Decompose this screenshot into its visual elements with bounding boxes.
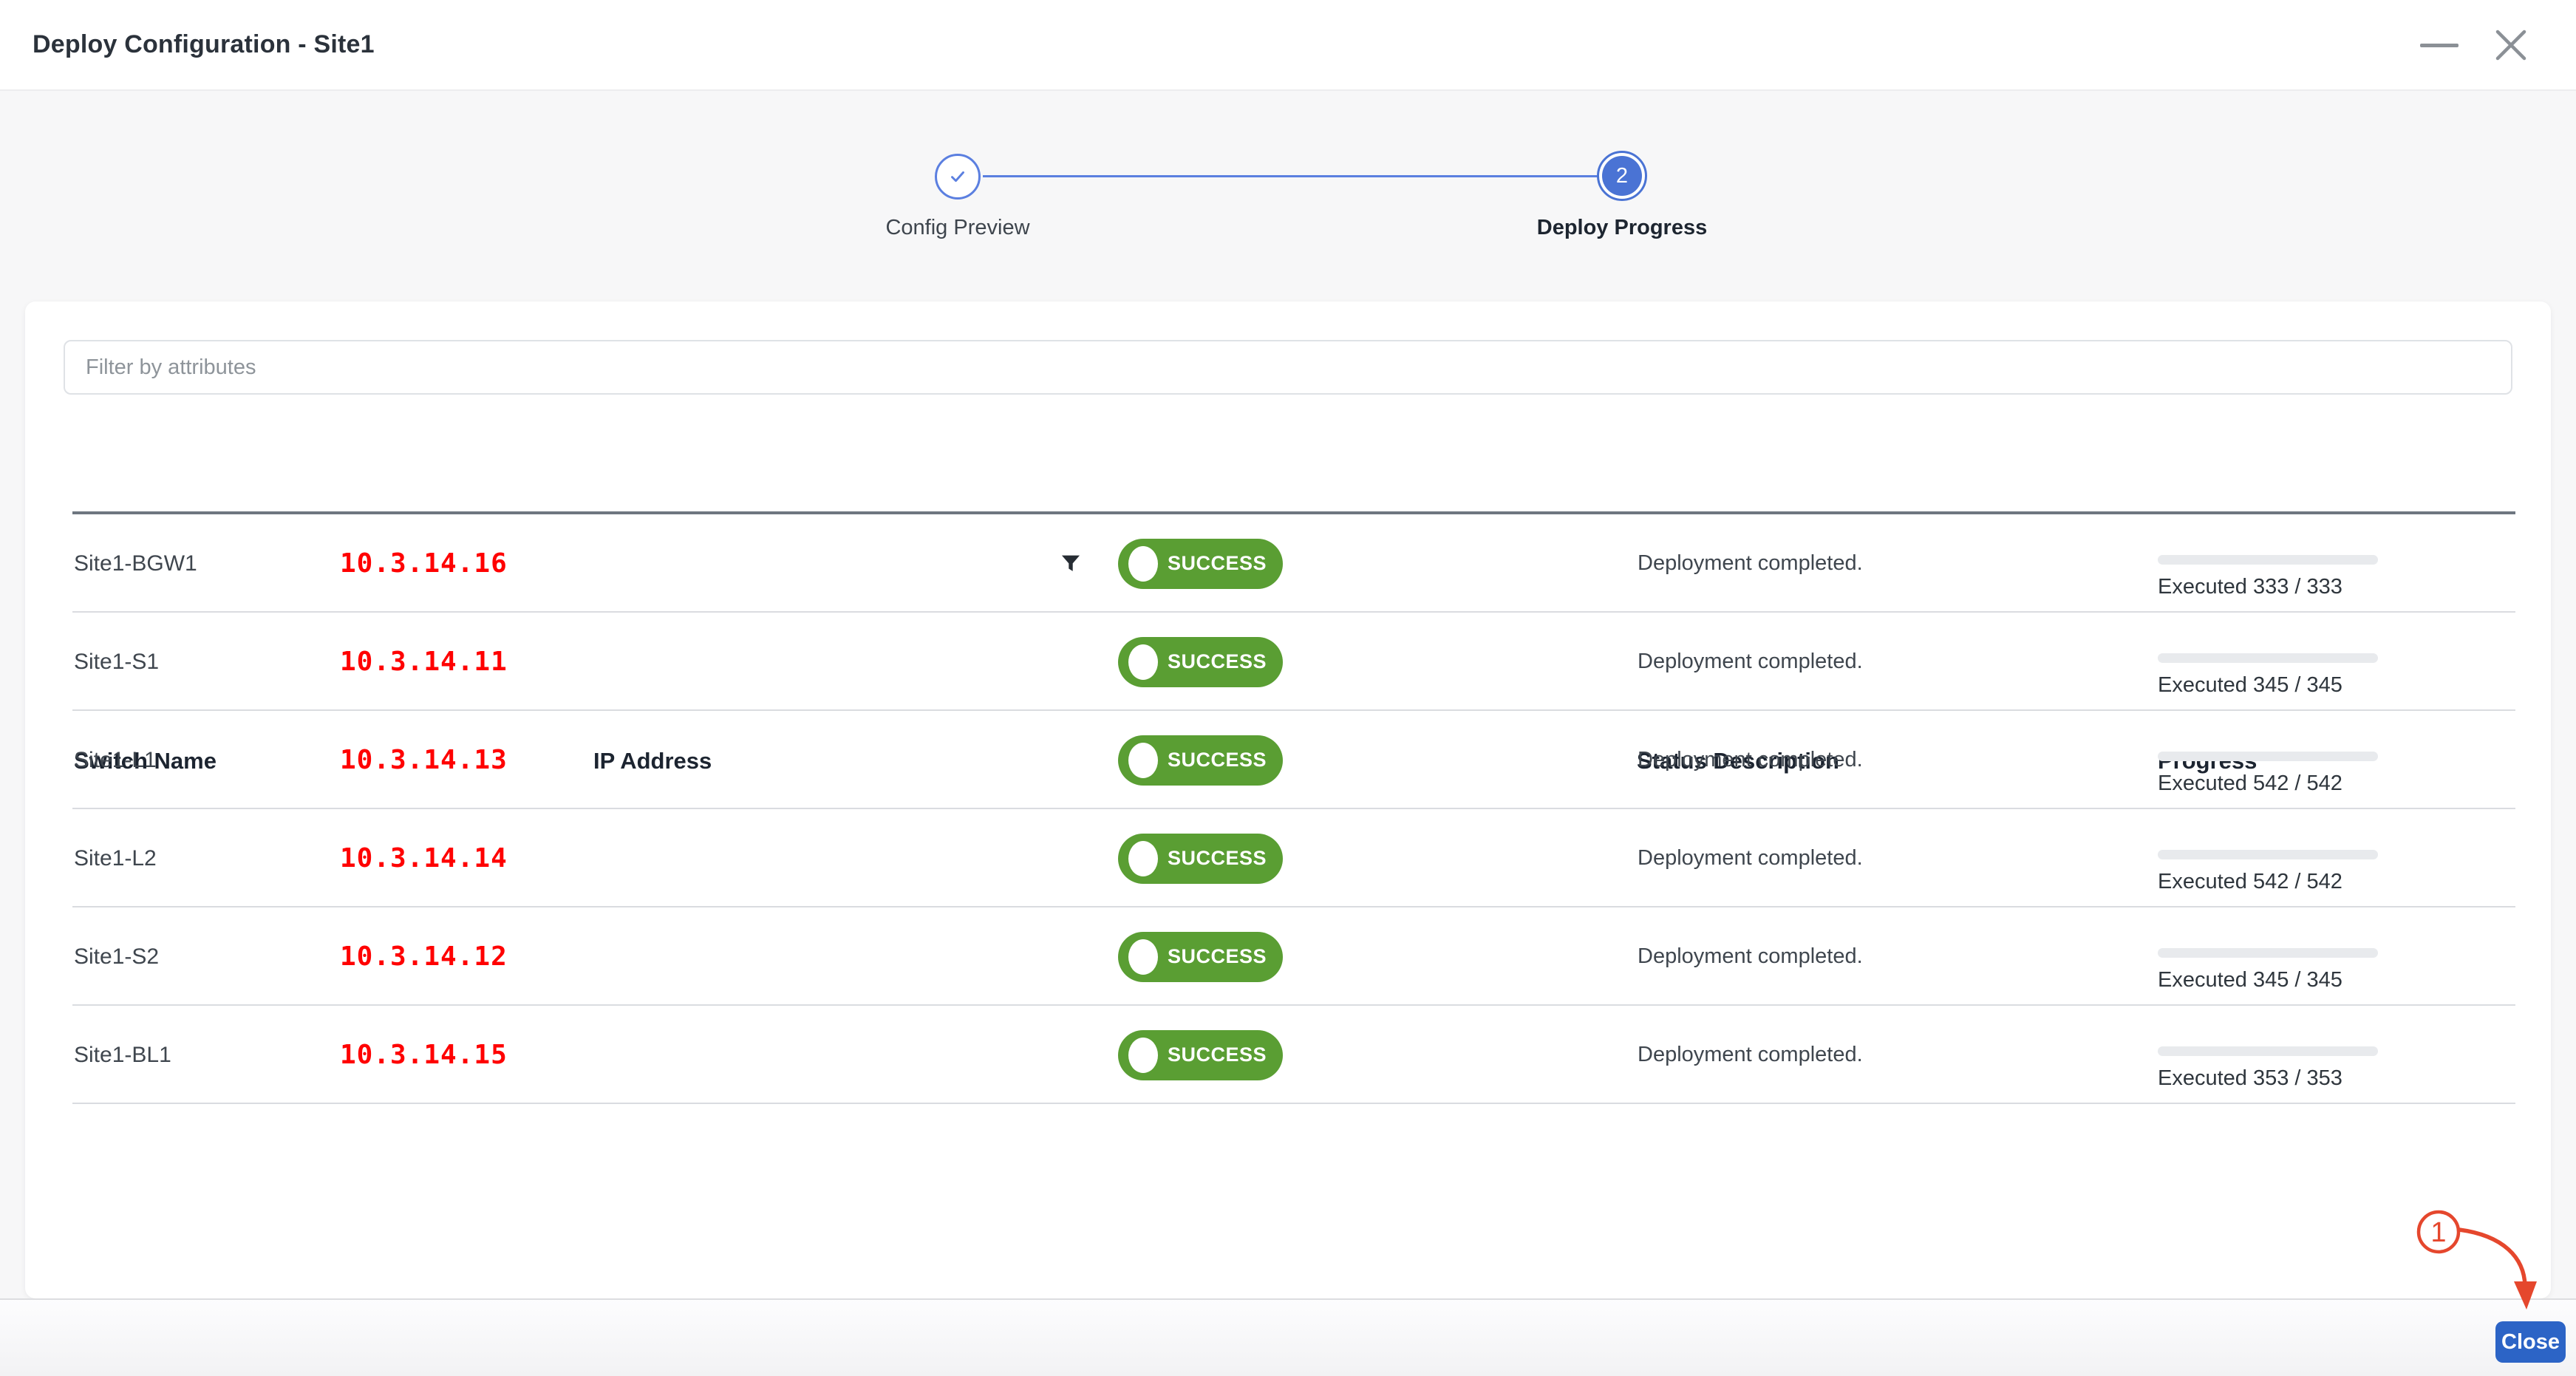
deploy-progress-card: Switch Name IP Address Status Status Des…	[25, 302, 2551, 1298]
modal-footer: Close	[0, 1298, 2576, 1376]
progress-cell: Executed 353 / 353	[2158, 1006, 2378, 1104]
ip-address-cell: 10.3.14.13	[340, 711, 508, 809]
status-dot-icon	[1128, 743, 1158, 778]
page-title: Deploy Configuration - Site1	[33, 0, 375, 89]
status-cell: SUCCESS	[1118, 514, 1283, 613]
progress-bar	[2158, 653, 2378, 663]
progress-cell: Executed 345 / 345	[2158, 613, 2378, 711]
progress-bar	[2158, 752, 2378, 761]
progress-label: Executed 542 / 542	[2158, 870, 2342, 894]
step-deploy-progress-circle[interactable]: 2	[1597, 151, 1647, 201]
stepper-connector	[983, 175, 1598, 177]
table-row: Site1-L2 10.3.14.14 SUCCESS Deployment comp…	[25, 809, 2551, 907]
status-label: SUCCESS	[1168, 650, 1267, 673]
ip-address-cell: 10.3.14.16	[340, 514, 508, 613]
status-label: SUCCESS	[1168, 847, 1267, 870]
status-badge: SUCCESS	[1118, 1030, 1283, 1080]
table-row: Site1-S2 10.3.14.12 SUCCESS Deployment comp…	[25, 907, 2551, 1006]
progress-label: Executed 542 / 542	[2158, 772, 2342, 796]
ip-address-cell: 10.3.14.12	[340, 907, 508, 1006]
switch-name-cell: Site1-BL1	[74, 1006, 171, 1104]
progress-label: Executed 333 / 333	[2158, 575, 2342, 599]
table-body: Site1-BGW1 10.3.14.16 SUCCESS Deployment co…	[25, 514, 2551, 1104]
status-label: SUCCESS	[1168, 552, 1267, 575]
status-badge: SUCCESS	[1118, 735, 1283, 786]
progress-cell: Executed 542 / 542	[2158, 809, 2378, 907]
ip-address-cell: 10.3.14.14	[340, 809, 508, 907]
window-titlebar: Deploy Configuration - Site1	[0, 0, 2576, 91]
progress-bar	[2158, 555, 2378, 565]
switch-name-cell: Site1-L2	[74, 809, 157, 907]
status-dot-icon	[1128, 939, 1158, 975]
progress-cell: Executed 542 / 542	[2158, 711, 2378, 809]
step-number-badge: 2	[1602, 156, 1642, 196]
table-row: Site1-BGW1 10.3.14.16 SUCCESS Deployment co…	[25, 514, 2551, 613]
progress-label: Executed 353 / 353	[2158, 1066, 2342, 1091]
step-label-config-preview: Config Preview	[832, 216, 1083, 240]
status-cell: SUCCESS	[1118, 907, 1283, 1006]
minimize-button[interactable]	[2415, 21, 2464, 69]
check-icon	[947, 166, 969, 188]
status-dot-icon	[1128, 546, 1158, 582]
close-window-button[interactable]	[2487, 21, 2535, 69]
status-dot-icon	[1128, 841, 1158, 876]
status-badge: SUCCESS	[1118, 637, 1283, 687]
status-description-cell: Deployment completed.	[1638, 907, 1863, 1006]
progress-bar	[2158, 850, 2378, 859]
switch-name-cell: Site1-S2	[74, 907, 159, 1006]
table-row: Site1-L1 10.3.14.13 SUCCESS Deployment comp…	[25, 711, 2551, 809]
table-row: Site1-S1 10.3.14.11 SUCCESS Deployment comp…	[25, 613, 2551, 711]
progress-cell: Executed 345 / 345	[2158, 907, 2378, 1006]
ip-address-cell: 10.3.14.15	[340, 1006, 508, 1104]
status-cell: SUCCESS	[1118, 711, 1283, 809]
table-row: Site1-BL1 10.3.14.15 SUCCESS Deployment com…	[25, 1006, 2551, 1104]
progress-bar	[2158, 948, 2378, 958]
step-config-preview-circle[interactable]	[935, 154, 981, 200]
status-dot-icon	[1128, 644, 1158, 680]
status-badge: SUCCESS	[1118, 539, 1283, 589]
status-badge: SUCCESS	[1118, 932, 1283, 982]
progress-cell: Executed 333 / 333	[2158, 514, 2378, 613]
status-cell: SUCCESS	[1118, 1006, 1283, 1104]
status-label: SUCCESS	[1168, 749, 1267, 772]
status-label: SUCCESS	[1168, 1043, 1267, 1066]
filter-input[interactable]	[64, 340, 2512, 395]
switch-name-cell: Site1-S1	[74, 613, 159, 711]
status-dot-icon	[1128, 1038, 1158, 1073]
status-description-cell: Deployment completed.	[1638, 514, 1863, 613]
status-description-cell: Deployment completed.	[1638, 1006, 1863, 1104]
status-description-cell: Deployment completed.	[1638, 809, 1863, 907]
close-button[interactable]: Close	[2495, 1321, 2566, 1363]
ip-address-cell: 10.3.14.11	[340, 613, 508, 711]
progress-bar	[2158, 1046, 2378, 1056]
status-description-cell: Deployment completed.	[1638, 711, 1863, 809]
close-icon	[2494, 28, 2528, 62]
status-description-cell: Deployment completed.	[1638, 613, 1863, 711]
switch-name-cell: Site1-BGW1	[74, 514, 197, 613]
step-label-deploy-progress: Deploy Progress	[1496, 216, 1748, 240]
status-cell: SUCCESS	[1118, 809, 1283, 907]
status-cell: SUCCESS	[1118, 613, 1283, 711]
minimize-icon	[2420, 44, 2459, 47]
progress-label: Executed 345 / 345	[2158, 968, 2342, 992]
filter-funnel-icon[interactable]	[1058, 514, 1083, 613]
status-badge: SUCCESS	[1118, 834, 1283, 884]
status-label: SUCCESS	[1168, 945, 1267, 968]
switch-name-cell: Site1-L1	[74, 711, 157, 809]
progress-label: Executed 345 / 345	[2158, 673, 2342, 698]
row-divider	[72, 1103, 2515, 1104]
